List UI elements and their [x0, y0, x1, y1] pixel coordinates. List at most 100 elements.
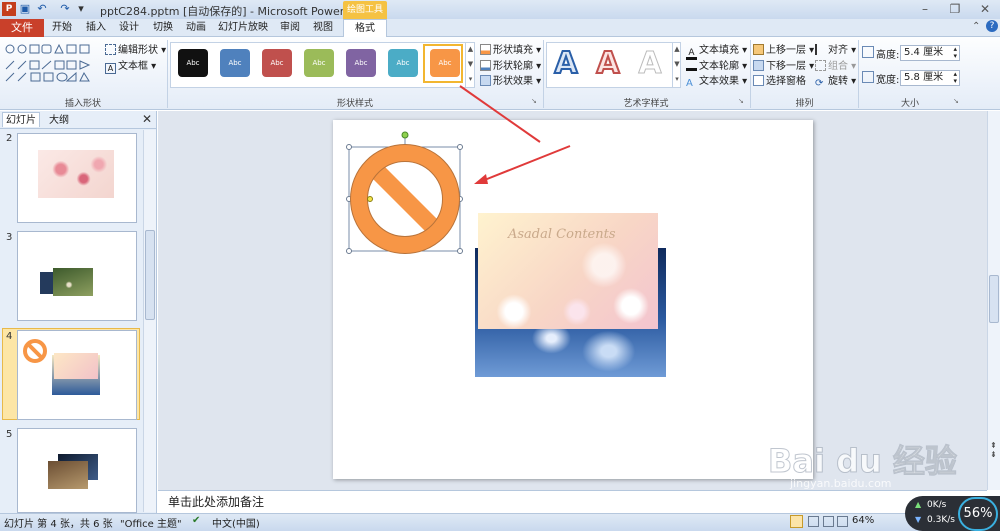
customize-quick-access-icon[interactable]: ▾: [74, 2, 88, 16]
undo-icon[interactable]: ↶: [35, 2, 49, 16]
text-box-button[interactable]: A 文本框 ▾: [105, 57, 156, 74]
redo-icon[interactable]: ↷: [58, 2, 72, 16]
text-effects-button[interactable]: A 文本效果 ▾: [686, 72, 747, 90]
tab-design[interactable]: 设计: [117, 19, 141, 37]
close-icon[interactable]: ✕: [970, 0, 1000, 19]
group-button[interactable]: 组合 ▾: [815, 57, 856, 72]
canvas-scrollbar[interactable]: ⇞ ⇟: [987, 111, 1000, 490]
save-icon[interactable]: ▣: [18, 2, 32, 16]
slide-counter: 幻灯片 第 4 张，共 6 张: [4, 519, 113, 530]
notes-pane[interactable]: 单击此处添加备注: [158, 490, 987, 513]
tab-outline[interactable]: 大纲: [44, 113, 74, 128]
minimize-icon[interactable]: –: [910, 0, 940, 19]
text-effects-icon: A: [686, 78, 693, 89]
width-icon: [862, 71, 874, 83]
slide-number: 3: [6, 232, 13, 243]
pen-outline-icon: [480, 60, 491, 71]
text-outline-icon: [686, 60, 697, 71]
tab-slideshow[interactable]: 幻灯片放映: [218, 19, 268, 37]
shape-outline-button[interactable]: 形状轮廓 ▾: [480, 57, 541, 72]
selection-pane-icon: [753, 75, 764, 86]
group-separator: [750, 40, 751, 108]
reading-view-icon[interactable]: [823, 516, 834, 527]
window-title: pptC284.pptm [自动保存的] - Microsoft PowerPo…: [100, 5, 372, 18]
text-outline-button[interactable]: 文本轮廓 ▾: [686, 57, 747, 72]
powerpoint-logo-icon[interactable]: P: [2, 2, 16, 16]
tab-format[interactable]: 格式: [343, 19, 387, 38]
adjust-handle[interactable]: [367, 196, 373, 202]
width-label: 宽度:: [876, 75, 900, 86]
scrollbar-thumb[interactable]: [145, 230, 155, 320]
slide-thumbnail-selected[interactable]: [17, 330, 137, 420]
dialog-launcher-icon[interactable]: ↘: [953, 97, 959, 105]
panel-divider: [0, 128, 157, 129]
insert-shapes-group-label: 插入形状: [64, 99, 101, 109]
shape-style-swatch[interactable]: Abc: [178, 49, 208, 77]
language-indicator[interactable]: 中文(中国): [212, 515, 260, 530]
collapse-ribbon-icon[interactable]: ⌃: [972, 21, 980, 32]
slide-thumbnail[interactable]: [17, 231, 137, 321]
align-button[interactable]: 对齐 ▾: [815, 41, 856, 56]
selection-pane-button[interactable]: 选择窗格: [753, 72, 806, 87]
wordart-style-white[interactable]: A: [630, 45, 670, 83]
height-input[interactable]: 5.4 厘米 ▴ ▾: [900, 45, 960, 61]
theme-name: "Office 主题": [120, 519, 182, 530]
restore-icon[interactable]: ❐: [940, 0, 970, 19]
width-input[interactable]: 5.8 厘米 ▴ ▾: [900, 70, 960, 86]
tab-review[interactable]: 审阅: [278, 19, 302, 37]
bring-forward-button[interactable]: 上移一层 ▾: [753, 41, 814, 56]
paint-bucket-icon: [480, 44, 491, 55]
slides-panel-scrollbar[interactable]: [143, 130, 156, 512]
help-icon[interactable]: ?: [986, 20, 998, 32]
slide-thumbnail[interactable]: [17, 133, 137, 223]
proofing-icon[interactable]: ✔: [192, 515, 200, 526]
size-group-label: 大小: [900, 99, 919, 109]
tab-file[interactable]: 文件: [0, 19, 44, 37]
watermark-url: jingyan.baidu.com: [790, 477, 892, 490]
shape-style-swatch[interactable]: Abc: [304, 49, 334, 77]
rotation-handle[interactable]: [401, 131, 409, 139]
slide-sorter-icon[interactable]: [808, 516, 819, 527]
close-panel-icon[interactable]: ✕: [142, 113, 152, 126]
group-separator: [858, 40, 859, 108]
shape-style-swatch[interactable]: Abc: [346, 49, 376, 77]
resize-handle[interactable]: [346, 248, 352, 254]
tab-home[interactable]: 开始: [50, 19, 74, 37]
wordart-scroll-buttons[interactable]: ▲ ▼ ▾: [672, 42, 681, 88]
tab-slides[interactable]: 幻灯片: [2, 112, 40, 127]
shape-style-swatch[interactable]: Abc: [220, 49, 250, 77]
drawing-tools-context-label: 绘图工具: [343, 1, 387, 19]
no-symbol-thumb-icon: [23, 339, 47, 363]
floral-picture[interactable]: Asadal Contents: [478, 213, 658, 329]
shape-style-swatch[interactable]: Abc: [388, 49, 418, 77]
tab-animations[interactable]: 动画: [184, 19, 208, 37]
wordart-style-red[interactable]: A: [588, 45, 628, 83]
align-icon: [815, 44, 826, 55]
tab-insert[interactable]: 插入: [84, 19, 108, 37]
height-icon: [862, 46, 874, 58]
tab-transitions[interactable]: 切换: [151, 19, 175, 37]
shape-fill-button[interactable]: 形状填充 ▾: [480, 41, 541, 56]
zoom-level[interactable]: 64%: [852, 515, 874, 526]
shape-style-swatch[interactable]: Abc: [262, 49, 292, 77]
rotate-button[interactable]: ⟳ 旋转 ▾: [815, 72, 856, 90]
scrollbar-thumb[interactable]: [989, 275, 999, 323]
upload-speed: 0K/s: [927, 500, 947, 510]
upload-arrow-icon: ▲: [915, 500, 922, 509]
resize-handle[interactable]: [346, 144, 352, 150]
rotate-icon: ⟳: [815, 78, 824, 89]
dialog-launcher-icon[interactable]: ↘: [738, 97, 744, 105]
spinner-icon[interactable]: ▴ ▾: [953, 71, 957, 85]
send-backward-button[interactable]: 下移一层 ▾: [753, 57, 814, 72]
bring-forward-icon: [753, 44, 764, 55]
wordart-style-blue[interactable]: A: [546, 45, 586, 83]
page-nav-icon[interactable]: ⇞ ⇟: [990, 441, 997, 459]
tab-view[interactable]: 视图: [311, 19, 335, 37]
slide-thumbnail[interactable]: [17, 428, 137, 513]
shapes-gallery[interactable]: [4, 41, 96, 85]
spinner-icon[interactable]: ▴ ▾: [953, 46, 957, 60]
slideshow-icon[interactable]: [837, 516, 848, 527]
normal-view-icon[interactable]: [790, 515, 803, 528]
edit-shape-button[interactable]: 编辑形状 ▾: [105, 41, 166, 56]
resize-handle[interactable]: [457, 248, 463, 254]
